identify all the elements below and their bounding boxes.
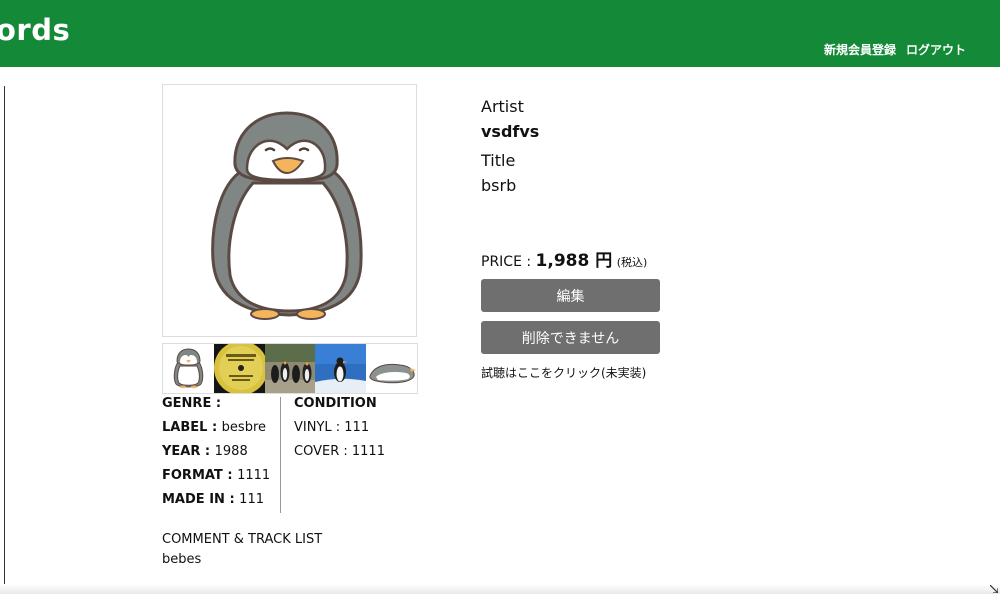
spec-column-condition: CONDITION VINYL : 111 COVER : 1111 [294,395,424,467]
made-in-label: MADE IN : [162,492,240,507]
thumbnail-2[interactable] [213,344,265,393]
title-label: Title [481,151,516,170]
header-nav: 新規会員登録 ログアウト [824,41,966,58]
year-value: 1988 [214,444,248,459]
label-label: LABEL : [162,420,222,435]
price-amount: 1,988 円 [535,251,613,271]
comment-section: COMMENT & TRACK LIST bebes [162,530,322,570]
window-bottom-edge [0,584,1000,594]
spec-column-info: GENRE : LABEL : besbre YEAR : 1988 FORMA… [162,395,280,515]
cover-label: COVER : [294,444,352,459]
spec-table: GENRE : LABEL : besbre YEAR : 1988 FORMA… [162,395,422,513]
condition-heading-row: CONDITION [294,395,424,419]
made-in-row: MADE IN : 111 [162,491,280,515]
site-logo[interactable]: ords [0,13,70,47]
spec-divider [280,397,281,513]
main-product-image [162,84,417,337]
artist-label: Artist [481,97,524,116]
format-label: FORMAT : [162,468,238,483]
condition-heading: CONDITION [294,396,377,411]
sidebar-border [4,86,5,594]
vinyl-row: VINYL : 111 [294,419,424,443]
comment-label: COMMENT & TRACK LIST [162,532,323,547]
register-link[interactable]: 新規会員登録 [824,41,896,58]
label-value: besbre [221,420,267,435]
format-value: 1111 [237,468,271,483]
vinyl-label: VINYL : [294,420,345,435]
listen-link[interactable]: 試聴はここをクリック(未実装) [481,364,646,381]
format-row: FORMAT : 1111 [162,467,280,491]
made-in-value: 111 [239,492,264,507]
cover-row: COVER : 1111 [294,443,424,467]
tax-note: (税込) [616,256,648,269]
price-label: PRICE : [481,254,536,270]
edit-button[interactable]: 編集 [481,279,660,312]
artist-name: vsdfvs [481,122,540,141]
label-row: LABEL : besbre [162,419,280,443]
delete-button[interactable]: 削除できません [481,321,660,354]
year-row: YEAR : 1988 [162,443,280,467]
site-header: ords 新規会員登録 ログアウト [0,0,1000,67]
thumbnail-4[interactable] [315,344,367,393]
cover-value: 1111 [351,444,385,459]
vinyl-value: 111 [344,420,370,435]
title-value: bsrb [481,176,517,195]
thumbnail-1[interactable] [163,344,214,393]
year-label: YEAR : [162,444,215,459]
resize-handle-icon[interactable] [990,585,998,593]
thumbnail-3[interactable] [264,344,316,393]
penguin-illustration [211,111,363,320]
genre-row: GENRE : [162,395,280,419]
genre-label: GENRE : [162,396,222,411]
price-line: PRICE : 1,988 円 (税込) [481,246,647,271]
thumbnail-strip [162,343,418,394]
logout-link[interactable]: ログアウト [906,41,966,58]
product-detail: Artist vsdfvs Title bsrb [481,94,681,198]
comment-text: bebes [162,552,202,567]
thumbnail-5[interactable] [366,344,417,393]
